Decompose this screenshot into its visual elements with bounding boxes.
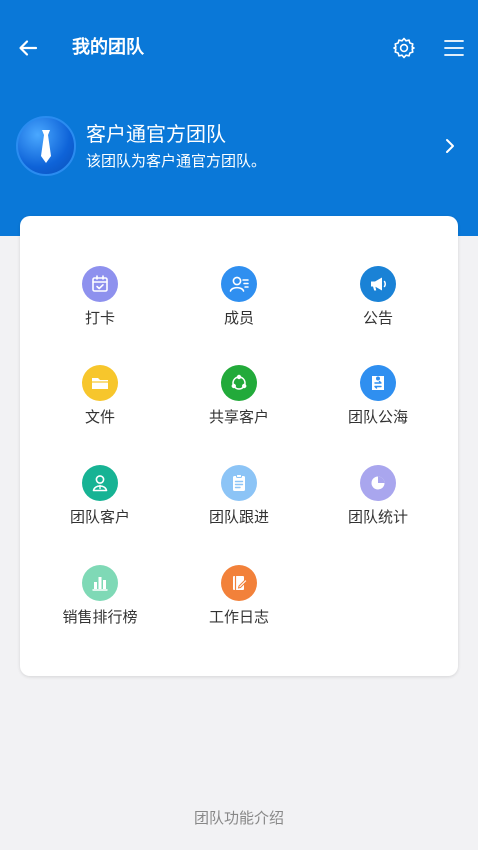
folder-icon xyxy=(82,365,118,401)
clipboard-icon xyxy=(221,465,257,501)
team-description: 该团队为客户通官方团队。 xyxy=(86,152,267,170)
public-pool-icon xyxy=(360,365,396,401)
chevron-right-icon xyxy=(446,139,454,153)
feature-label: 共享客户 xyxy=(208,408,269,426)
back-arrow-icon xyxy=(19,40,38,56)
feature-label: 团队公海 xyxy=(347,408,408,426)
settings-button[interactable] xyxy=(390,34,418,62)
feature-sales-ranking[interactable]: 销售排行榜 xyxy=(40,565,160,645)
feature-announcement[interactable]: 公告 xyxy=(318,266,438,346)
feature-label: 打卡 xyxy=(84,309,115,327)
back-button[interactable] xyxy=(14,34,42,62)
feature-label: 团队客户 xyxy=(69,508,130,526)
menu-button[interactable] xyxy=(440,34,468,62)
gear-icon xyxy=(393,37,415,59)
team-feature-intro-link[interactable]: 团队功能介绍 xyxy=(0,806,478,830)
bar-chart-icon xyxy=(82,565,118,601)
feature-check-in[interactable]: 打卡 xyxy=(40,266,160,346)
team-avatar xyxy=(16,116,76,176)
team-name: 客户通官方团队 xyxy=(86,122,226,146)
team-customer-icon xyxy=(82,465,118,501)
feature-label: 成员 xyxy=(223,309,254,327)
feature-label: 团队跟进 xyxy=(208,508,269,526)
feature-team-public-pool[interactable]: 团队公海 xyxy=(318,365,438,445)
menu-icon xyxy=(444,40,464,56)
feature-grid: 打卡 成员 公告 文件 共享客户 团队公海 团队客户 团队跟进 团队统计 销售排… xyxy=(20,216,458,676)
top-bar: 我的团队 xyxy=(0,0,478,96)
members-icon xyxy=(221,266,257,302)
feature-team-follow-up[interactable]: 团队跟进 xyxy=(179,465,299,545)
page-title: 我的团队 xyxy=(72,37,144,58)
necktie-icon xyxy=(41,130,51,163)
feature-label: 团队统计 xyxy=(347,508,408,526)
feature-label: 工作日志 xyxy=(208,608,269,626)
calendar-check-icon xyxy=(82,266,118,302)
feature-files[interactable]: 文件 xyxy=(40,365,160,445)
team-info-card[interactable]: 客户通官方团队 该团队为客户通官方团队。 xyxy=(0,108,478,186)
megaphone-icon xyxy=(360,266,396,302)
feature-work-log[interactable]: 工作日志 xyxy=(179,565,299,645)
feature-shared-customers[interactable]: 共享客户 xyxy=(179,365,299,445)
feature-team-statistics[interactable]: 团队统计 xyxy=(318,465,438,545)
feature-team-customers[interactable]: 团队客户 xyxy=(40,465,160,545)
feature-label: 公告 xyxy=(362,309,393,327)
share-icon xyxy=(221,365,257,401)
pie-chart-icon xyxy=(360,465,396,501)
feature-members[interactable]: 成员 xyxy=(179,266,299,346)
journal-icon xyxy=(221,565,257,601)
feature-label: 销售排行榜 xyxy=(62,608,138,626)
feature-label: 文件 xyxy=(84,408,115,426)
